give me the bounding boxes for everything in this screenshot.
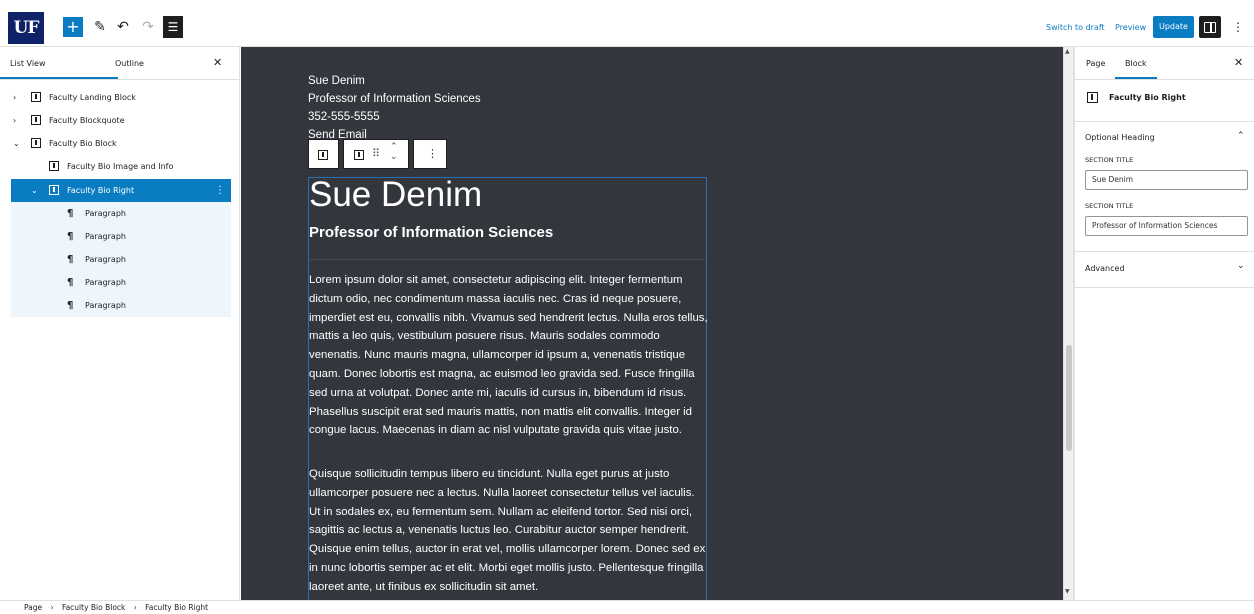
close-icon[interactable]: ✕ <box>1234 56 1243 69</box>
list-view-toggle-button[interactable]: ☰ <box>163 16 183 38</box>
list-item[interactable]: ¶ Paragraph <box>11 248 231 271</box>
list-item-label: Paragraph <box>85 209 126 218</box>
more-options-icon[interactable]: ⋮ <box>1232 17 1244 37</box>
paragraph-icon: ¶ <box>67 277 74 288</box>
preview-link[interactable]: Preview <box>1115 23 1146 32</box>
scroll-up-icon[interactable]: ▲ <box>1065 48 1070 55</box>
more-options-icon: ⋮ <box>427 147 438 160</box>
list-item-label: Faculty Blockquote <box>49 116 125 125</box>
section-title-label: SECTION TITLE <box>1085 156 1134 164</box>
update-button[interactable]: Update <box>1153 16 1194 38</box>
settings-sidebar-toggle-icon[interactable] <box>1199 16 1221 38</box>
close-icon[interactable]: ✕ <box>213 56 222 69</box>
active-tab-indicator <box>0 77 118 79</box>
info-name[interactable]: Sue Denim <box>308 75 365 87</box>
info-phone[interactable]: 352-555-5555 <box>308 111 380 123</box>
list-item[interactable]: ¶ Paragraph <box>11 225 231 248</box>
breadcrumb-item-faculty-bio-right: Faculty Bio Right <box>145 603 209 612</box>
list-item-label: Paragraph <box>85 301 126 310</box>
list-view-tabs: List View Outline ✕ <box>0 47 240 80</box>
list-view-panel: List View Outline ✕ › Faculty Landing Bl… <box>0 47 240 600</box>
list-item[interactable]: › Faculty Landing Block <box>11 86 231 109</box>
more-options-icon[interactable]: ⋮ <box>215 179 225 202</box>
chevron-right-icon[interactable]: › <box>13 109 16 132</box>
chevron-up-icon[interactable]: ⌃ <box>1237 131 1245 141</box>
editor-canvas[interactable]: Sue Denim Professor of Information Scien… <box>241 47 1063 600</box>
edit-tool-icon[interactable]: ✎ <box>90 17 110 37</box>
list-item-label: Paragraph <box>85 255 126 264</box>
tab-page[interactable]: Page <box>1086 59 1105 68</box>
paragraph-block[interactable]: Quisque sollicitudin tempus libero eu ti… <box>309 465 709 597</box>
block-name: Faculty Bio Right <box>1109 93 1186 102</box>
chevron-right-icon[interactable]: › <box>13 86 16 109</box>
optional-heading-panel: Optional Heading ⌃ SECTION TITLE Sue Den… <box>1075 122 1254 252</box>
paragraph-icon: ¶ <box>67 254 74 265</box>
section-subtitle-input[interactable]: Professor of Information Sciences <box>1085 216 1248 236</box>
tab-outline[interactable]: Outline <box>115 59 144 68</box>
chevron-down-icon[interactable]: ⌄ <box>31 179 38 202</box>
scroll-down-icon[interactable]: ▼ <box>1065 588 1070 595</box>
list-item-label: Faculty Bio Block <box>49 139 117 148</box>
breadcrumb-item-faculty-bio-block[interactable]: Faculty Bio Block <box>62 603 125 612</box>
block-controls: ⠿ ⌃ ⌄ <box>343 139 409 169</box>
drag-handle-icon[interactable]: ⠿ <box>372 147 380 160</box>
section-title-label: SECTION TITLE <box>1085 202 1134 210</box>
paragraph-icon: ¶ <box>67 208 74 219</box>
list-item-label: Paragraph <box>85 232 126 241</box>
settings-tabs: Page Block ✕ <box>1075 47 1254 80</box>
advanced-toggle[interactable]: Advanced <box>1085 264 1125 273</box>
chevron-down-icon[interactable]: ⌄ <box>13 132 20 155</box>
switch-to-draft-link[interactable]: Switch to draft <box>1046 23 1105 32</box>
block-icon[interactable] <box>354 150 364 160</box>
breadcrumb-separator-icon: › <box>133 603 137 612</box>
section-title-input[interactable]: Sue Denim <box>1085 170 1248 190</box>
list-item[interactable]: ¶ Paragraph <box>11 271 231 294</box>
canvas-scrollbar[interactable]: ▲ ▼ <box>1063 47 1074 600</box>
breadcrumb-separator-icon: › <box>50 603 54 612</box>
list-item-label: Paragraph <box>85 278 126 287</box>
section-subtitle-heading[interactable]: Professor of Information Sciences <box>309 224 553 241</box>
block-icon <box>49 185 59 195</box>
breadcrumb-item-page[interactable]: Page <box>24 603 42 612</box>
block-icon <box>31 92 41 102</box>
parent-block-button[interactable] <box>308 139 339 169</box>
section-title-heading[interactable]: Sue Denim <box>309 175 482 215</box>
active-tab-indicator <box>1115 77 1157 79</box>
block-card: Faculty Bio Right <box>1075 80 1254 122</box>
list-item[interactable]: › Faculty Blockquote <box>11 109 231 132</box>
list-item[interactable]: ⌄ Faculty Bio Block <box>11 132 231 155</box>
move-up-down-icon[interactable]: ⌃ ⌄ <box>390 142 398 162</box>
list-item-label: Faculty Bio Right <box>67 186 135 195</box>
list-item[interactable]: ¶ Paragraph <box>11 202 231 225</box>
block-icon <box>318 150 328 160</box>
paragraph-icon: ¶ <box>67 300 74 311</box>
undo-icon[interactable]: ↶ <box>113 17 133 37</box>
divider <box>309 259 705 260</box>
block-icon <box>49 161 59 171</box>
paragraph-icon: ¶ <box>67 231 74 242</box>
tab-block[interactable]: Block <box>1125 59 1147 68</box>
settings-sidebar: Page Block ✕ Faculty Bio Right Optional … <box>1074 47 1254 600</box>
block-icon <box>31 138 41 148</box>
block-options-button[interactable]: ⋮ <box>413 139 447 169</box>
add-block-button[interactable]: + <box>63 17 83 37</box>
list-item[interactable]: Faculty Bio Image and Info <box>11 155 231 178</box>
list-item-label: Faculty Bio Image and Info <box>67 162 174 171</box>
paragraph-block[interactable]: Lorem ipsum dolor sit amet, consectetur … <box>309 271 709 440</box>
scrollbar-thumb[interactable] <box>1066 345 1072 451</box>
list-item-label: Faculty Landing Block <box>49 93 136 102</box>
chevron-down-icon[interactable]: ⌄ <box>1237 261 1245 271</box>
editor-top-bar: UF + ✎ ↶ ↷ ☰ Switch to draft Preview Upd… <box>0 0 1254 47</box>
block-icon <box>31 115 41 125</box>
list-item-selected[interactable]: ⌄ Faculty Bio Right ⋮ <box>11 179 231 202</box>
block-icon <box>1087 92 1098 103</box>
optional-heading-toggle[interactable]: Optional Heading <box>1085 133 1155 142</box>
tab-list-view[interactable]: List View <box>10 59 46 68</box>
advanced-panel: Advanced ⌄ <box>1075 252 1254 288</box>
breadcrumb: Page › Faculty Bio Block › Faculty Bio R… <box>0 600 1254 613</box>
info-title[interactable]: Professor of Information Sciences <box>308 93 481 105</box>
list-item[interactable]: ¶ Paragraph <box>11 294 231 317</box>
site-logo[interactable]: UF <box>8 12 44 44</box>
redo-icon[interactable]: ↷ <box>138 17 158 37</box>
